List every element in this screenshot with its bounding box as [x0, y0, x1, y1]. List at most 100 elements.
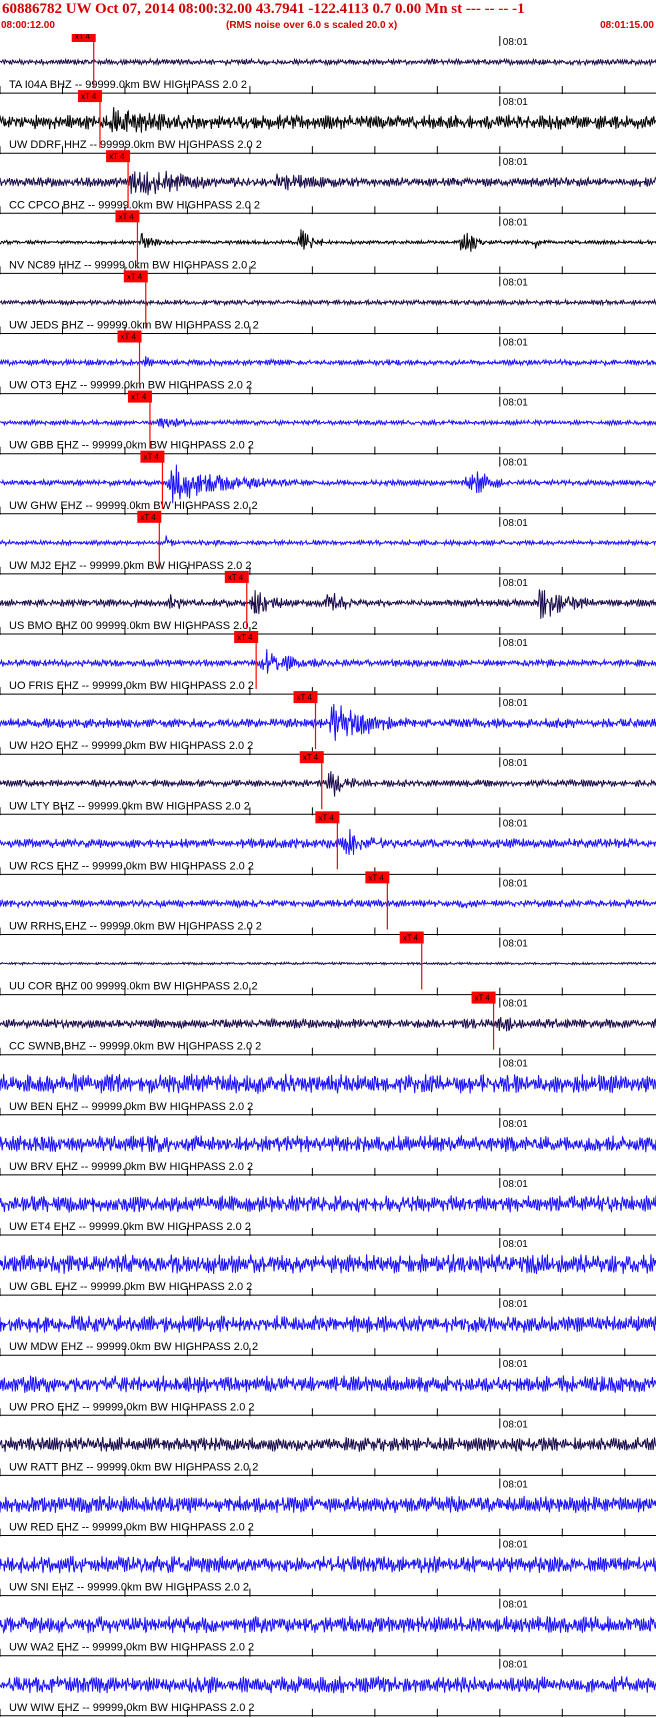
pick-label: xT 4 — [131, 393, 147, 402]
channel-label: UW BRV EHZ -- 99999.0km BW HIGHPASS 2.0 … — [9, 1161, 253, 1173]
pick-label: xT 4 — [81, 92, 97, 101]
minute-tick-label: 08:01 — [503, 97, 528, 108]
channel-label: UW MJ2 EHZ -- 99999.0km BW HIGHPASS 2.0 … — [9, 560, 251, 572]
waveform-trace — [0, 1555, 656, 1574]
waveform-trace — [0, 1495, 656, 1514]
trace-row: 08:01 NV NC89 HHZ -- 99999.0km BW HIGHPAS… — [0, 210, 656, 275]
pick-label: xT 4 — [318, 813, 334, 822]
trace-row: 08:01 US BMO BHZ 00 99999.0km BW HIGHPASS… — [0, 570, 656, 635]
channel-label: UW LTY BHZ -- 99999.0km BW HIGHPASS 2.0 … — [9, 800, 250, 812]
waveform-trace — [0, 1436, 656, 1453]
minute-tick-label: 08:01 — [503, 999, 528, 1010]
minute-tick-label: 08:01 — [503, 217, 528, 228]
trace-row: 08:01 UW JEDS BHZ -- 99999.0km BW HIGHPAS… — [0, 270, 656, 335]
event-title: 60886782 UW Oct 07, 2014 08:00:32.00 43.… — [2, 1, 525, 17]
channel-label: UW JEDS BHZ -- 99999.0km BW HIGHPASS 2.0… — [9, 320, 259, 332]
channel-label: UW H2O EHZ -- 99999.0km BW HIGHPASS 2.0 … — [9, 740, 253, 752]
minute-tick-label: 08:01 — [503, 698, 528, 709]
channel-label: UW GHW EHZ -- 99999.0km BW HIGHPASS 2.0 … — [9, 500, 258, 512]
minute-tick-label: 08:01 — [503, 157, 528, 168]
trace-row: 08:01 UO FRIS EHZ -- 99999.0km BW HIGHPAS… — [0, 631, 656, 696]
waveform-trace — [0, 1135, 656, 1153]
minute-tick-label: 08:01 — [503, 1419, 528, 1430]
minute-tick-label: 08:01 — [503, 1479, 528, 1490]
minute-tick-label: 08:01 — [503, 277, 528, 288]
pick-label: xT 4 — [475, 994, 491, 1003]
pick-label: xT 4 — [140, 513, 156, 522]
pick-label: xT 4 — [75, 34, 91, 41]
minute-tick-label: 08:01 — [503, 1059, 528, 1070]
minute-tick-label: 08:01 — [503, 1600, 528, 1611]
channel-label: UW RCS EHZ -- 99999.0km BW HIGHPASS 2.0 … — [9, 860, 254, 872]
waveform-trace — [0, 1675, 656, 1694]
channel-label: UW BEN EHZ -- 99999.0km BW HIGHPASS 2.0 … — [9, 1101, 253, 1113]
channel-label: US BMO BHZ 00 99999.0km BW HIGHPASS 2.0 … — [9, 620, 258, 632]
minute-tick-label: 08:01 — [503, 818, 528, 829]
plot-header: 60886782 UW Oct 07, 2014 08:00:32.00 43.… — [0, 0, 656, 34]
waveform-trace — [0, 1017, 656, 1032]
waveform-trace — [0, 229, 656, 252]
waveform-trace — [0, 589, 656, 619]
waveform-trace — [0, 417, 656, 429]
waveform-trace — [0, 649, 656, 674]
trace-row: 08:01 UW DDRF HHZ -- 99999.0km BW HIGHPAS… — [0, 90, 656, 155]
trace-row: 08:01 UW RED EHZ -- 99999.0km BW HIGHPASS… — [0, 1478, 656, 1537]
end-time-label: 08:01:15.00 — [600, 20, 654, 31]
trace-row: 08:01 UU COR BHZ 00 99999.0km BW HIGHPASS… — [0, 931, 656, 996]
minute-tick-label: 08:01 — [503, 1660, 528, 1671]
trace-row: 08:01 UW WA2 EHZ -- 99999.0km BW HIGHPASS… — [0, 1598, 656, 1657]
channel-label: TA I04A BHZ -- 99999.0km BW HIGHPASS 2.0… — [9, 79, 247, 91]
channel-label: UW GBB EHZ -- 99999.0km BW HIGHPASS 2.0 … — [9, 440, 254, 452]
waveform-trace — [0, 1615, 656, 1635]
channel-label: UW DDRF HHZ -- 99999.0km BW HIGHPASS 2.0… — [9, 139, 262, 151]
pick-label: xT 4 — [297, 693, 313, 702]
minute-tick-label: 08:01 — [503, 1299, 528, 1310]
waveform-trace — [0, 535, 656, 548]
trace-row: 08:01 UW BRV EHZ -- 99999.0km BW HIGHPASS… — [0, 1117, 656, 1176]
pick-label: xT 4 — [143, 453, 159, 462]
waveform-trace — [0, 1254, 656, 1275]
waveform-trace — [0, 1073, 656, 1094]
waveform-trace — [0, 170, 656, 196]
channel-label: CC SWNB BHZ -- 99999.0km BW HIGHPASS 2.0… — [9, 1041, 261, 1053]
trace-row: 08:01 UW ET4 EHZ -- 99999.0km BW HIGHPASS… — [0, 1177, 656, 1236]
trace-row: 08:01 UW RRHS EHZ -- 99999.0km BW HIGHPAS… — [0, 871, 656, 936]
waveform-trace — [0, 57, 656, 67]
trace-row: 08:01 UW H2O EHZ -- 99999.0km BW HIGHPASS… — [0, 691, 656, 756]
waveform-trace — [0, 828, 656, 855]
trace-row: 08:01 CC SWNB BHZ -- 99999.0km BW HIGHPAS… — [0, 991, 656, 1056]
trace-row: 08:01 TA I04A BHZ -- 99999.0km BW HIGHPAS… — [0, 34, 656, 95]
waveform-trace — [0, 464, 656, 504]
channel-label: UW RATT BHZ -- 99999.0km BW HIGHPASS 2.0… — [9, 1461, 258, 1473]
channel-label: UW OT3 EHZ -- 99999.0km BW HIGHPASS 2.0 … — [9, 380, 252, 392]
minute-tick-label: 08:01 — [503, 939, 528, 950]
pick-label: xT 4 — [303, 753, 319, 762]
pick-label: xT 4 — [109, 152, 125, 161]
waveform-trace — [0, 703, 656, 741]
trace-row: 08:01 UW GBL EHZ -- 99999.0km BW HIGHPASS… — [0, 1238, 656, 1297]
channel-label: UW GBL EHZ -- 99999.0km BW HIGHPASS 2.0 … — [9, 1281, 252, 1293]
channel-label: UW WA2 EHZ -- 99999.0km BW HIGHPASS 2.0 … — [9, 1642, 254, 1654]
minute-tick-label: 08:01 — [503, 578, 528, 589]
channel-label: UU COR BHZ 00 99999.0km BW HIGHPASS 2.0 … — [9, 981, 258, 993]
pick-label: xT 4 — [118, 212, 134, 221]
waveform-trace — [0, 897, 656, 909]
trace-row: 08:01 UW OT3 EHZ -- 99999.0km BW HIGHPASS… — [0, 330, 656, 395]
trace-row: 08:01 UW GHW EHZ -- 99999.0km BW HIGHPASS… — [0, 450, 656, 515]
trace-row: 08:01 UW SNI EHZ -- 99999.0km BW HIGHPASS… — [0, 1538, 656, 1597]
start-time-label: 08:00:12.00 — [1, 20, 55, 31]
channel-label: UW PRO EHZ -- 99999.0km BW HIGHPASS 2.0 … — [9, 1401, 255, 1413]
minute-tick-label: 08:01 — [503, 758, 528, 769]
waveform-trace — [0, 298, 656, 307]
trace-row: 08:01 UW PRO EHZ -- 99999.0km BW HIGHPASS… — [0, 1358, 656, 1417]
channel-label: UW RRHS EHZ -- 99999.0km BW HIGHPASS 2.0… — [9, 921, 262, 933]
waveform-trace — [0, 961, 656, 967]
channel-label: NV NC89 HHZ -- 99999.0km BW HIGHPASS 2.0… — [9, 259, 256, 271]
minute-tick-label: 08:01 — [503, 518, 528, 529]
waveform-trace — [0, 1375, 656, 1393]
minute-tick-label: 08:01 — [503, 1179, 528, 1190]
channel-label: UW MDW EHZ -- 99999.0km BW HIGHPASS 2.0 … — [9, 1341, 258, 1353]
minute-tick-label: 08:01 — [503, 1540, 528, 1551]
rms-note: (RMS noise over 6.0 s scaled 20.0 x) — [226, 20, 398, 31]
trace-row: 08:01 UW WIW EHZ -- 99999.0km BW HIGHPASS… — [0, 1658, 656, 1717]
